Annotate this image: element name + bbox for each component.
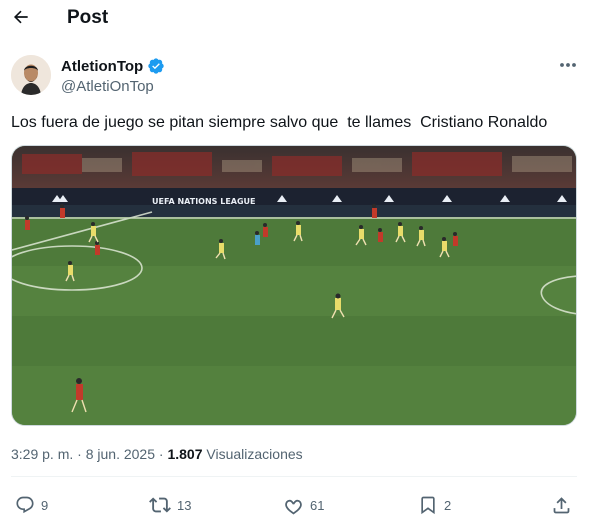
views-count: 1.807 bbox=[167, 446, 203, 462]
heart-icon bbox=[285, 499, 302, 514]
like-count: 61 bbox=[310, 497, 325, 513]
bookmark-button[interactable]: 2 bbox=[418, 490, 451, 520]
like-button[interactable]: 61 bbox=[283, 490, 324, 520]
author-display-name[interactable]: AtletionTop bbox=[61, 58, 143, 75]
top-bar: Post bbox=[0, 0, 592, 38]
arrow-left-icon bbox=[13, 10, 28, 24]
reply-icon bbox=[16, 496, 34, 514]
share-button[interactable] bbox=[551, 490, 572, 520]
avatar-image bbox=[11, 55, 51, 95]
share-icon bbox=[553, 496, 570, 513]
media-board-text: UEFA NATIONS LEAGUE bbox=[152, 197, 256, 206]
reply-count: 9 bbox=[41, 497, 49, 513]
repost-icon bbox=[149, 497, 171, 513]
post-meta: 3:29 p. m. · 8 jun. 2025 · 1.807 Visuali… bbox=[11, 446, 303, 462]
more-horizontal-icon bbox=[560, 63, 576, 67]
more-options-button[interactable] bbox=[556, 55, 580, 75]
match-photo: UEFA NATIONS LEAGUE bbox=[12, 146, 576, 425]
action-bar: 9 13 61 2 bbox=[0, 490, 592, 520]
repost-count: 13 bbox=[177, 497, 192, 513]
post-media-image[interactable]: UEFA NATIONS LEAGUE bbox=[11, 145, 577, 426]
back-button[interactable] bbox=[8, 4, 34, 30]
verified-badge-icon bbox=[148, 58, 164, 74]
author-handle[interactable]: @AtletiOnTop bbox=[61, 78, 154, 95]
post-time[interactable]: 3:29 p. m. bbox=[11, 446, 73, 462]
views-label: Visualizaciones bbox=[206, 446, 303, 462]
post-date[interactable]: 8 jun. 2025 bbox=[86, 446, 155, 462]
reply-button[interactable]: 9 bbox=[15, 490, 48, 520]
divider bbox=[11, 476, 577, 477]
bookmark-count: 2 bbox=[444, 497, 452, 513]
author-avatar[interactable] bbox=[11, 55, 51, 95]
bookmark-icon bbox=[421, 496, 435, 515]
page-title: Post bbox=[67, 7, 109, 28]
author-name-row: AtletionTop bbox=[61, 57, 165, 75]
post-text: Los fuera de juego se pitan siempre salv… bbox=[11, 114, 548, 131]
repost-button[interactable]: 13 bbox=[149, 490, 191, 520]
